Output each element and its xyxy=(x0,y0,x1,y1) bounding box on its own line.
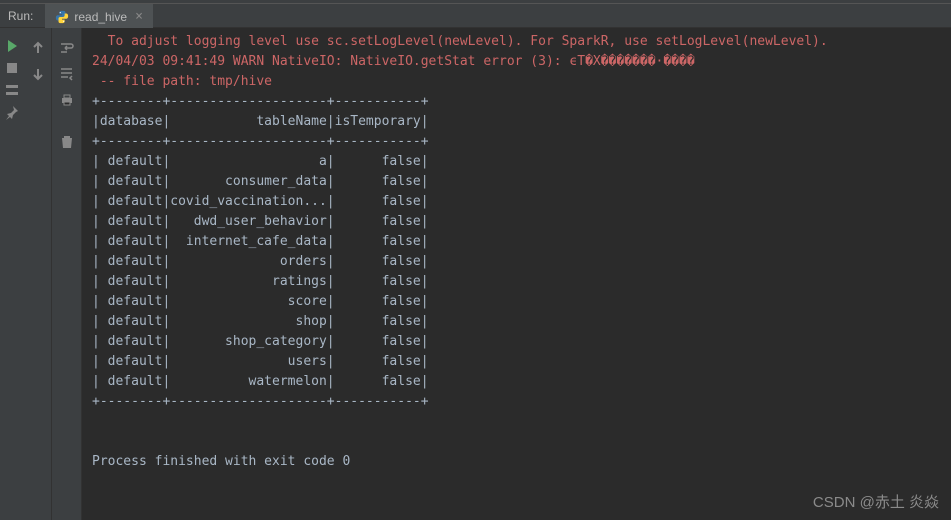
run-config-tab[interactable]: read_hive × xyxy=(45,4,153,28)
table-row: | default| score| false| xyxy=(92,294,429,309)
table-row: | default| a| false| xyxy=(92,154,429,169)
soft-wrap-icon[interactable] xyxy=(59,40,75,56)
pin-icon[interactable] xyxy=(4,104,20,120)
layout-icon[interactable] xyxy=(4,82,20,98)
python-file-icon xyxy=(55,10,69,24)
table-row: | default| users| false| xyxy=(92,354,429,369)
table-row: | default|covid_vaccination...| false| xyxy=(92,194,429,209)
table-row: | default| dwd_user_behavior| false| xyxy=(92,214,429,229)
favorites-tool-window-button[interactable]: ★ 2: Favorites xyxy=(0,439,2,510)
table-row: | default| watermelon| false| xyxy=(92,374,429,389)
table-row: | default| shop| false| xyxy=(92,314,429,329)
run-left-rail xyxy=(0,28,24,520)
table-sep: +--------+--------------------+---------… xyxy=(92,134,429,149)
run-panel-header: Run: read_hive × xyxy=(0,4,951,28)
console-output[interactable]: To adjust logging level use sc.setLogLev… xyxy=(82,28,951,520)
stop-icon[interactable] xyxy=(4,60,20,76)
tab-label: read_hive xyxy=(74,10,127,24)
scroll-to-end-icon[interactable] xyxy=(59,66,75,82)
up-icon[interactable] xyxy=(30,40,46,56)
exit-line: Process finished with exit code 0 xyxy=(92,454,350,469)
print-icon[interactable] xyxy=(59,92,75,108)
log-line: To adjust logging level use sc.setLogLev… xyxy=(92,34,828,49)
rerun-icon[interactable] xyxy=(4,38,20,54)
table-row: | default| shop_category| false| xyxy=(92,334,429,349)
table-header: |database| tableName|isTemporary| xyxy=(92,114,429,129)
log-line: 24/04/03 09:41:49 WARN NativeIO: NativeI… xyxy=(92,54,695,69)
table-row: | default| internet_cafe_data| false| xyxy=(92,234,429,249)
csdn-watermark: CSDN @赤土 炎焱 xyxy=(813,491,939,512)
table-sep: +--------+--------------------+---------… xyxy=(92,394,429,409)
run-label: Run: xyxy=(0,9,41,23)
favorites-label: 2: Favorites xyxy=(0,439,2,496)
table-row: | default| consumer_data| false| xyxy=(92,174,429,189)
close-icon[interactable]: × xyxy=(135,9,143,24)
table-sep: +--------+--------------------+---------… xyxy=(92,94,429,109)
table-row: | default| ratings| false| xyxy=(92,274,429,289)
run-toolbar-2 xyxy=(52,28,82,520)
log-line: -- file path: tmp/hive xyxy=(92,74,272,89)
star-icon: ★ xyxy=(0,500,2,510)
table-row: | default| orders| false| xyxy=(92,254,429,269)
run-toolbar-1 xyxy=(24,28,52,520)
trash-icon[interactable] xyxy=(59,134,75,150)
down-icon[interactable] xyxy=(30,66,46,82)
